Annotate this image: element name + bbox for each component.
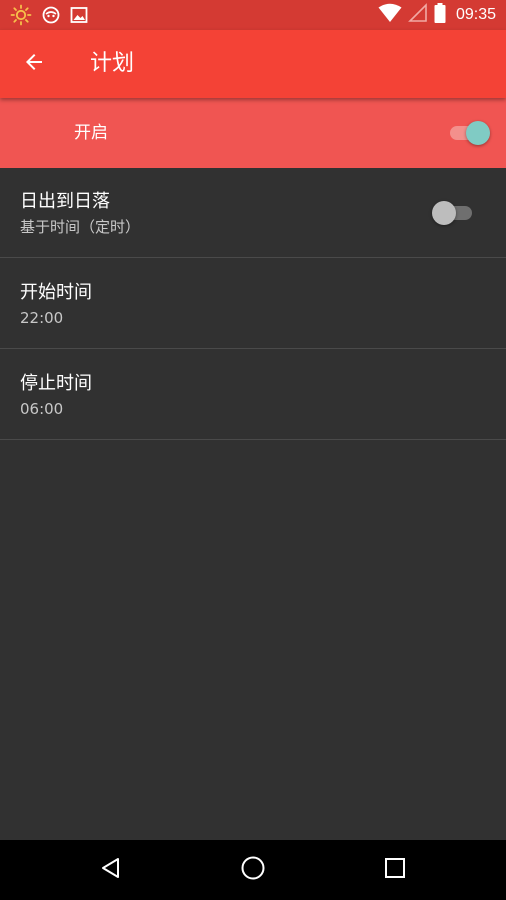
setting-summary: 基于时间（定时）	[20, 218, 141, 236]
home-circle-icon	[240, 855, 266, 885]
setting-start-time[interactable]: 开始时间 22:00	[0, 259, 506, 349]
status-right-icons: 09:35	[378, 3, 496, 27]
nav-home-button[interactable]	[233, 850, 273, 890]
status-left-icons	[10, 4, 88, 26]
status-bar: 09:35	[0, 0, 506, 30]
toggle-thumb	[466, 121, 490, 145]
setting-summary: 06:00	[20, 400, 64, 418]
back-button[interactable]	[16, 46, 52, 82]
master-switch-toggle[interactable]	[446, 118, 490, 146]
setting-sunrise-sunset[interactable]: 日出到日落 基于时间（定时）	[0, 168, 506, 258]
brightness-icon	[10, 4, 32, 26]
setting-stop-time[interactable]: 停止时间 06:00	[0, 350, 506, 440]
recents-square-icon	[384, 857, 406, 883]
setting-title: 开始时间	[20, 282, 92, 303]
sunrise-sunset-toggle[interactable]	[432, 198, 476, 226]
battery-icon	[434, 3, 446, 27]
setting-title: 日出到日落	[20, 191, 110, 212]
nav-back-button[interactable]	[91, 850, 131, 890]
setting-summary: 22:00	[20, 309, 64, 327]
navigation-bar	[0, 840, 506, 900]
app-bar: 计划	[0, 30, 506, 98]
cell-signal-icon	[408, 3, 428, 27]
setting-title: 停止时间	[20, 373, 92, 394]
status-time: 09:35	[455, 6, 496, 23]
arrow-left-icon	[22, 50, 46, 78]
toggle-thumb	[432, 201, 456, 225]
nav-recents-button[interactable]	[375, 850, 415, 890]
wifi-icon	[378, 3, 402, 27]
master-switch-row[interactable]: 开启	[0, 98, 506, 168]
master-switch-label: 开启	[74, 123, 108, 143]
notification-app-icon	[41, 5, 61, 25]
image-icon	[70, 6, 88, 24]
page-title: 计划	[90, 51, 135, 76]
back-triangle-icon	[99, 856, 123, 884]
